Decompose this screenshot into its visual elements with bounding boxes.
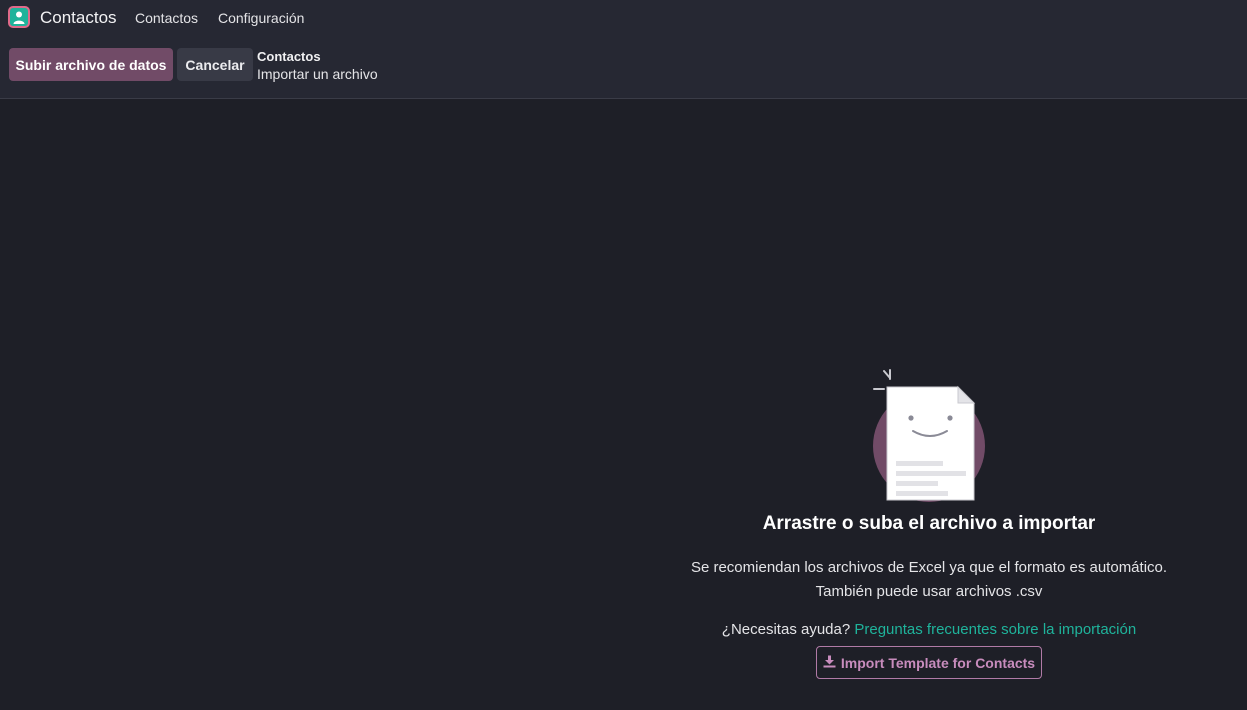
help-prefix: ¿Necesitas ayuda? bbox=[721, 621, 851, 638]
dropzone-desc-line2: También puede usar archivos .csv bbox=[815, 583, 1043, 600]
cancel-button[interactable]: Cancelar bbox=[177, 48, 253, 81]
dropzone-description: Se recomiendan los archivos de Excel ya … bbox=[629, 556, 1229, 604]
control-panel: Subir archivo de datos Cancelar Contacto… bbox=[0, 36, 1247, 99]
menu-item-configuracion[interactable]: Configuración bbox=[218, 10, 304, 26]
import-faq-link[interactable]: Preguntas frecuentes sobre la importació… bbox=[854, 621, 1136, 638]
dropzone-desc-line1: Se recomiendan los archivos de Excel ya … bbox=[690, 559, 1168, 576]
help-line: ¿Necesitas ayuda? Preguntas frecuentes s… bbox=[629, 621, 1229, 638]
import-template-button[interactable]: Import Template for Contacts bbox=[816, 646, 1042, 679]
dropzone-title: Arrastre o suba el archivo a importar bbox=[762, 513, 1096, 534]
menu-item-contactos[interactable]: Contactos bbox=[135, 10, 198, 26]
smiling-document-icon bbox=[870, 368, 990, 504]
contacts-logo-icon[interactable] bbox=[8, 6, 30, 28]
upload-file-button[interactable]: Subir archivo de datos bbox=[9, 48, 173, 81]
app-name[interactable]: Contactos bbox=[40, 8, 117, 28]
breadcrumb-current: Importar un archivo bbox=[257, 66, 378, 82]
import-template-label: Import Template for Contacts bbox=[840, 654, 1036, 671]
download-icon bbox=[823, 655, 836, 671]
top-navbar: Contactos Contactos Configuración bbox=[0, 0, 1247, 36]
breadcrumb-parent[interactable]: Contactos bbox=[257, 49, 321, 64]
